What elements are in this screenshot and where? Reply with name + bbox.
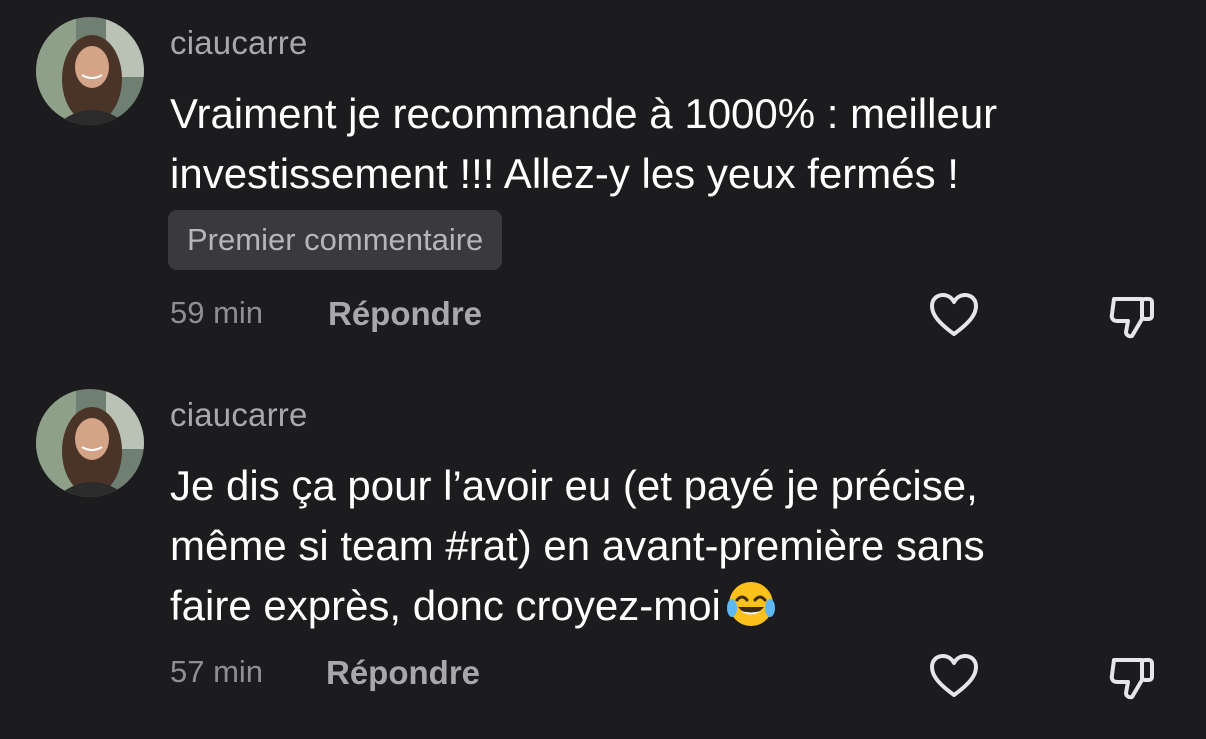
tears-of-joy-emoji: [725, 578, 777, 630]
comment-username[interactable]: ciaucarre: [170, 24, 308, 62]
comment-text-content: Je dis ça pour l’avoir eu (et payé je pr…: [170, 462, 985, 629]
thumbs-down-outline-icon[interactable]: [1104, 287, 1160, 343]
heart-outline-icon[interactable]: [926, 648, 982, 704]
reply-button[interactable]: Répondre: [326, 654, 480, 692]
avatar[interactable]: [36, 17, 144, 125]
first-comment-badge: Premier commentaire: [168, 210, 503, 270]
comment-text: Je dis ça pour l’avoir eu (et payé je pr…: [170, 456, 1170, 636]
heart-outline-icon[interactable]: [926, 287, 982, 343]
comment-timestamp: 57 min: [170, 654, 264, 689]
comment-timestamp: 59 min: [170, 295, 264, 330]
comment-username[interactable]: ciaucarre: [170, 396, 308, 434]
comment-text: Vraiment je recommande à 1000% : meilleu…: [170, 90, 998, 197]
avatar-photo: [36, 17, 144, 125]
avatar[interactable]: [36, 389, 144, 497]
thumbs-down-outline-icon[interactable]: [1104, 648, 1160, 704]
avatar-photo: [36, 389, 144, 497]
reply-button[interactable]: Répondre: [328, 295, 482, 333]
